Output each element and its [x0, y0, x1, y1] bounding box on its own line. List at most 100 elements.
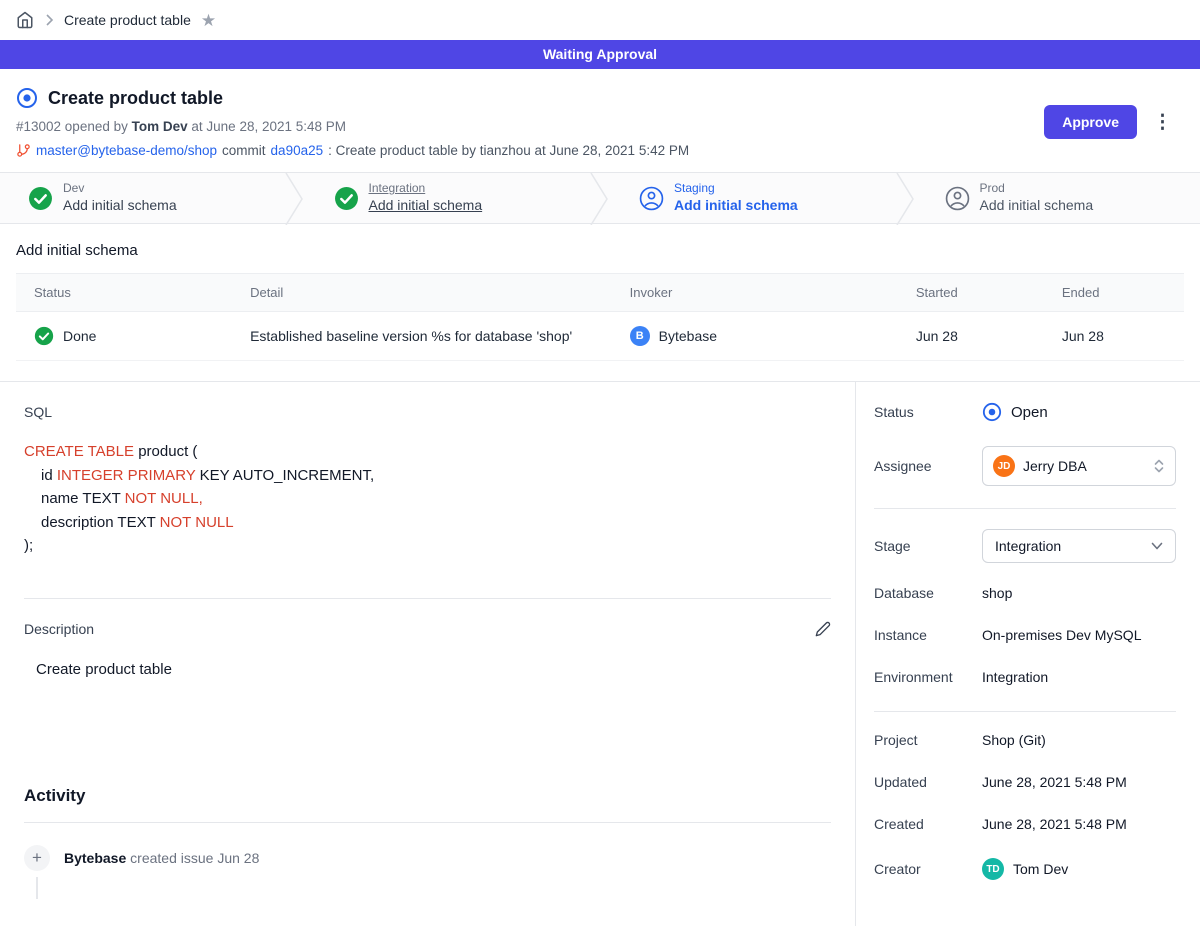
- project-value: Shop (Git): [982, 732, 1046, 748]
- environment-value: Integration: [982, 669, 1048, 685]
- creator-label: Creator: [874, 861, 982, 877]
- timeline-connector: [36, 877, 38, 899]
- assignee-select[interactable]: JD Jerry DBA: [982, 446, 1176, 486]
- issue-meta-suffix: at June 28, 2021 5:48 PM: [191, 119, 346, 134]
- stage-task-label: Add initial schema: [980, 196, 1094, 215]
- activity-action: created issue Jun 28: [130, 850, 259, 866]
- stage-env-label: Dev: [63, 181, 177, 195]
- avatar: TD: [982, 858, 1004, 880]
- stage-env-label: Staging: [674, 181, 798, 195]
- issue-author: Tom Dev: [132, 119, 188, 134]
- task-heading: Add initial schema: [16, 242, 1184, 259]
- commit-message: : Create product table by tianzhou at Ju…: [328, 143, 689, 158]
- assignee-name: Jerry DBA: [1023, 458, 1087, 474]
- avatar: B: [630, 326, 650, 346]
- status-label: Status: [874, 404, 982, 420]
- check-circle-icon: [334, 186, 359, 211]
- more-options-icon[interactable]: ⋮: [1149, 111, 1176, 134]
- chevron-down-icon: [1151, 542, 1163, 550]
- home-icon[interactable]: [16, 11, 34, 29]
- chevron-right-icon: [44, 14, 54, 26]
- branch-link[interactable]: master@bytebase-demo/shop: [36, 143, 217, 158]
- issue-open-status-icon: [16, 87, 38, 109]
- task-table: Status Detail Invoker Started Ended: [16, 273, 1184, 361]
- column-header-started: Started: [898, 274, 1044, 312]
- stage-task-label: Add initial schema: [674, 196, 798, 215]
- task-invoker: Bytebase: [659, 328, 717, 344]
- breadcrumb-title: Create product table: [64, 12, 191, 28]
- page-title: Create product table: [48, 88, 223, 109]
- person-circle-icon: [639, 186, 664, 211]
- divider: [24, 598, 831, 599]
- sql-code: CREATE TABLE product (id INTEGER PRIMARY…: [24, 440, 831, 558]
- stage-select[interactable]: Integration: [982, 529, 1176, 563]
- star-icon[interactable]: ★: [201, 12, 216, 29]
- breadcrumb: Create product table ★: [0, 0, 1200, 40]
- status-badge: Open: [1011, 404, 1048, 421]
- stage-task-label: Add initial schema: [369, 196, 483, 215]
- updated-label: Updated: [874, 774, 982, 790]
- main-content: SQL CREATE TABLE product (id INTEGER PRI…: [0, 381, 1200, 926]
- open-status-icon: [982, 402, 1002, 422]
- created-label: Created: [874, 816, 982, 832]
- table-row[interactable]: Done Established baseline version %s for…: [16, 312, 1184, 361]
- activity-actor: Bytebase: [64, 850, 126, 866]
- database-label: Database: [874, 585, 982, 601]
- activity-heading: Activity: [24, 786, 831, 806]
- avatar: JD: [993, 455, 1015, 477]
- stage-value: Integration: [995, 538, 1061, 554]
- chevron-up-down-icon: [1153, 458, 1165, 474]
- issue-header: Create product table #13002 opened by To…: [0, 69, 1200, 172]
- environment-label: Environment: [874, 669, 982, 685]
- issue-header-actions: Approve ⋮: [1044, 87, 1176, 139]
- task-status: Done: [63, 328, 96, 344]
- divider: [874, 508, 1176, 509]
- approval-banner: Waiting Approval: [0, 40, 1200, 69]
- stage-separator: [284, 173, 306, 225]
- database-value: shop: [982, 585, 1012, 601]
- instance-label: Instance: [874, 627, 982, 643]
- pipeline-stage-bar: Dev Add initial schema Integration Add i…: [0, 172, 1200, 224]
- edit-pencil-icon[interactable]: [815, 621, 831, 637]
- stage-prod[interactable]: Prod Add initial schema: [917, 173, 1200, 223]
- column-header-status: Status: [16, 274, 232, 312]
- assignee-label: Assignee: [874, 458, 982, 474]
- person-circle-icon: [945, 186, 970, 211]
- description-text: Create product table: [24, 661, 831, 678]
- check-circle-icon: [34, 326, 54, 346]
- approve-button[interactable]: Approve: [1044, 105, 1137, 139]
- task-started: Jun 28: [898, 312, 1044, 361]
- column-header-invoker: Invoker: [612, 274, 898, 312]
- column-header-ended: Ended: [1044, 274, 1184, 312]
- task-section: Add initial schema Status Detail Invoker…: [0, 224, 1200, 381]
- stage-separator: [895, 173, 917, 225]
- issue-header-left: Create product table #13002 opened by To…: [16, 87, 1044, 158]
- stage-separator: [589, 173, 611, 225]
- divider: [874, 711, 1176, 712]
- divider: [24, 822, 831, 823]
- list-item: + Bytebase created issue Jun 28: [24, 845, 831, 871]
- description-label: Description: [24, 621, 94, 637]
- plus-icon: +: [24, 845, 50, 871]
- stage-task-label: Add initial schema: [63, 196, 177, 215]
- stage-staging[interactable]: Staging Add initial schema: [611, 173, 895, 223]
- commit-hash-link[interactable]: da90a25: [271, 143, 324, 158]
- project-label: Project: [874, 732, 982, 748]
- created-value: June 28, 2021 5:48 PM: [982, 816, 1127, 832]
- task-detail: Established baseline version %s for data…: [232, 312, 612, 361]
- stage-env-label: Prod: [980, 181, 1094, 195]
- task-ended: Jun 28: [1044, 312, 1184, 361]
- task-table-header-row: Status Detail Invoker Started Ended: [16, 274, 1184, 312]
- creator-name: Tom Dev: [1013, 861, 1068, 877]
- stage-dev[interactable]: Dev Add initial schema: [0, 173, 284, 223]
- stage-integration[interactable]: Integration Add initial schema: [306, 173, 590, 223]
- git-branch-icon: [16, 143, 31, 158]
- commit-row: master@bytebase-demo/shop commit da90a25…: [16, 143, 1044, 158]
- commit-word: commit: [222, 143, 266, 158]
- sql-label: SQL: [24, 404, 831, 420]
- stage-label: Stage: [874, 538, 982, 554]
- left-pane: SQL CREATE TABLE product (id INTEGER PRI…: [0, 382, 855, 926]
- column-header-detail: Detail: [232, 274, 612, 312]
- issue-sidebar: Status Open Assignee JD Jerry DBA: [855, 382, 1200, 926]
- issue-meta: #13002 opened by Tom Dev at June 28, 202…: [16, 119, 1044, 134]
